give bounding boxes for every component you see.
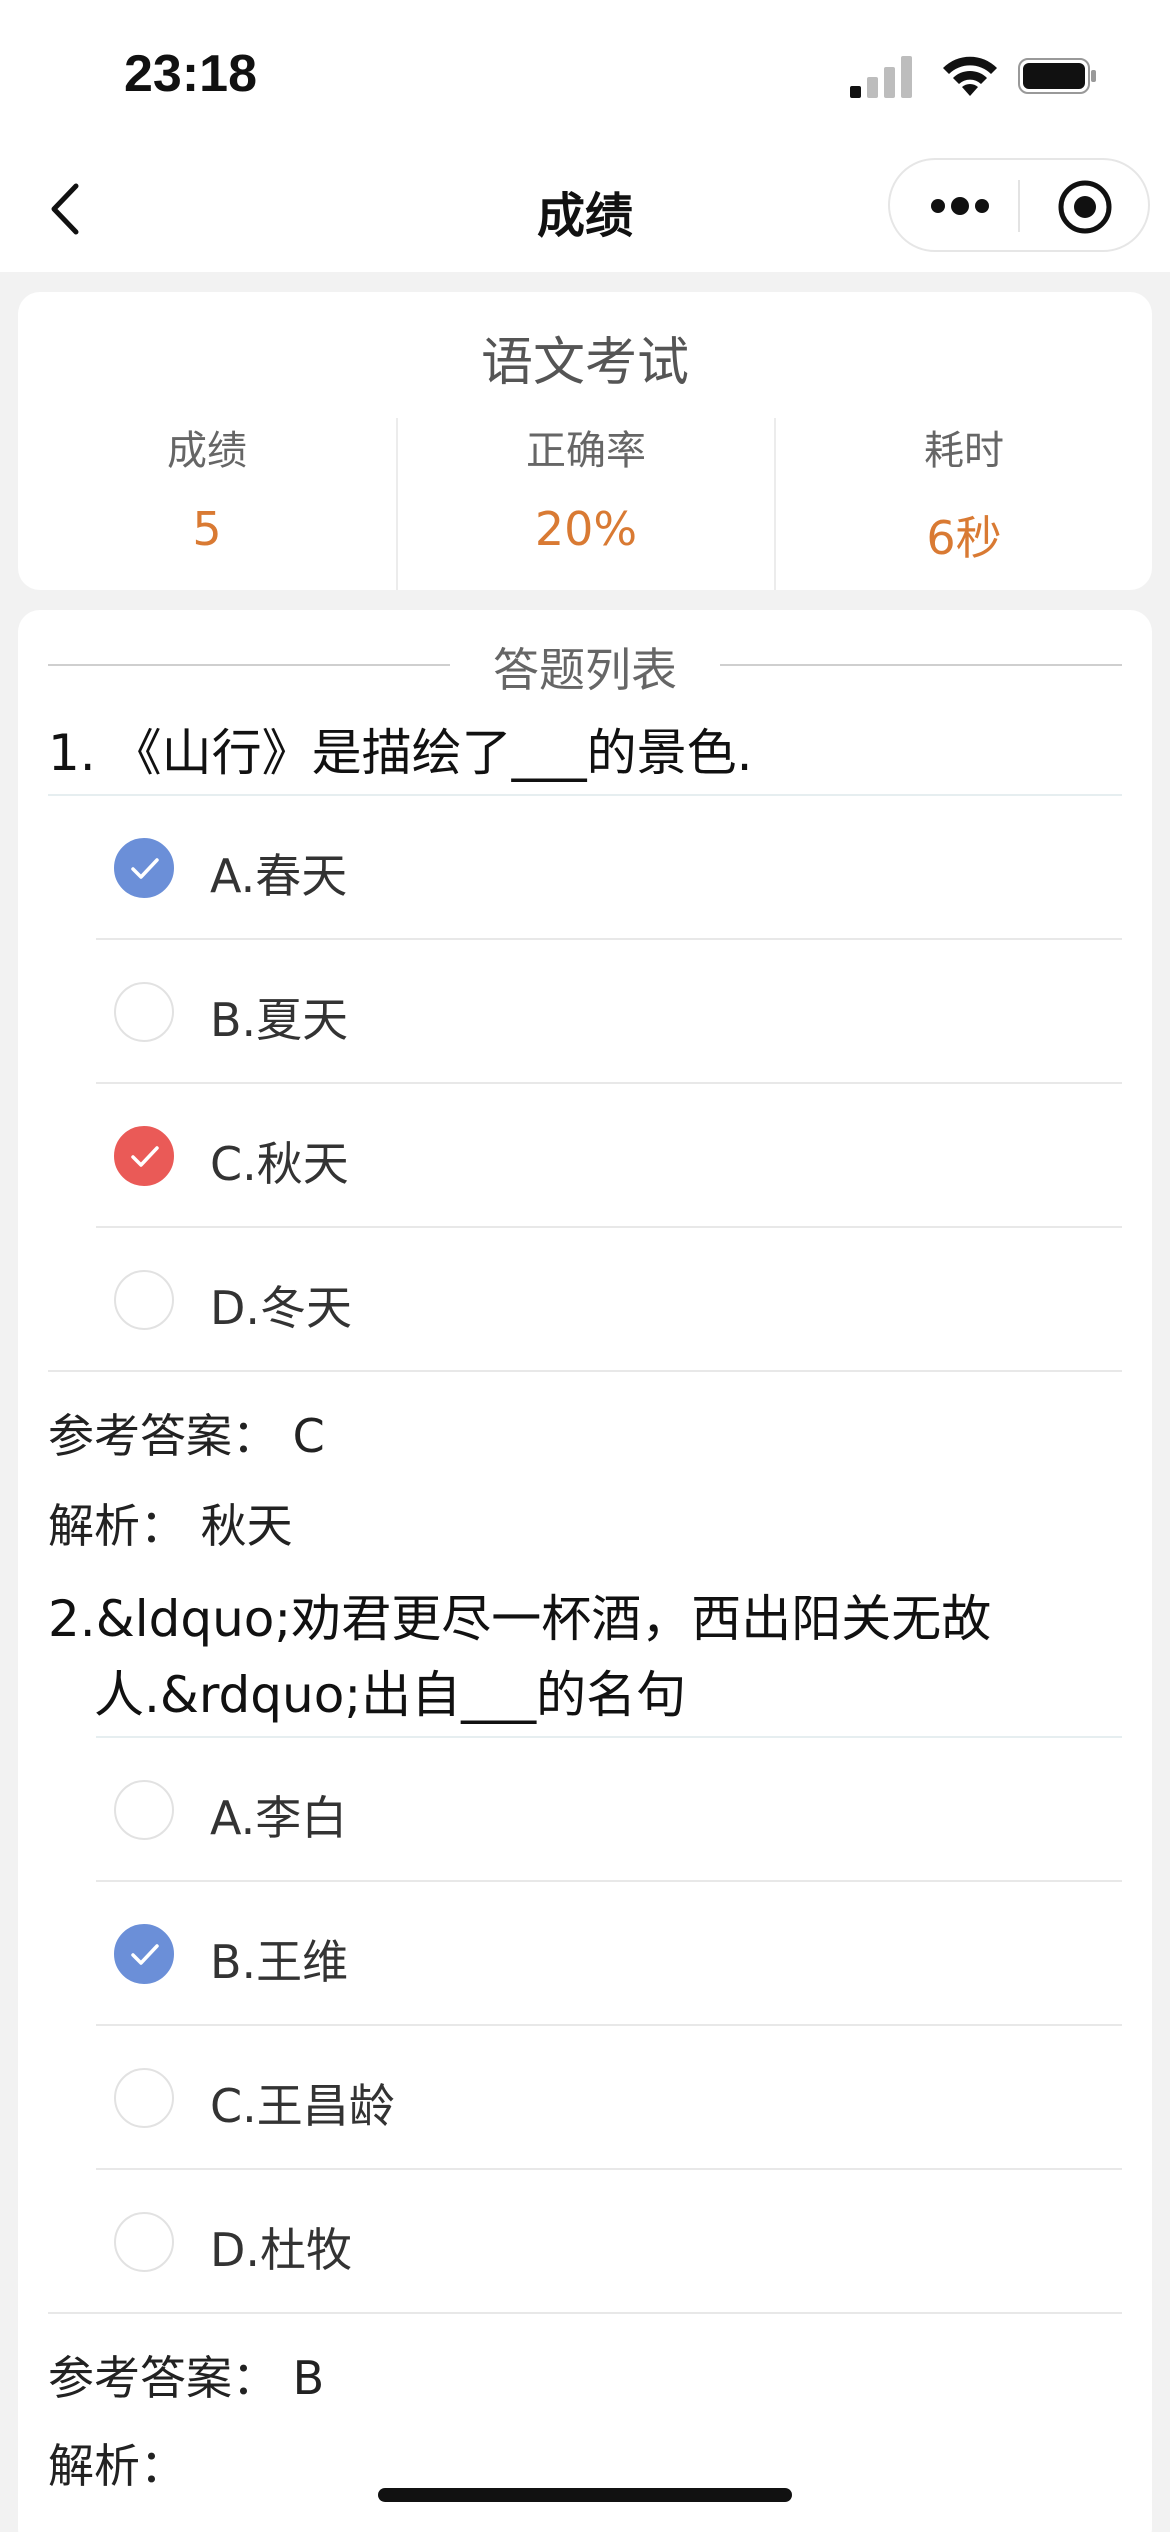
stat-accuracy: 正确率 20% <box>396 418 774 590</box>
option-row[interactable]: B.夏天 <box>96 940 1122 1084</box>
stat-duration: 耗时 6秒 <box>774 418 1152 590</box>
option-label: A.春天 <box>210 849 348 903</box>
home-indicator[interactable] <box>378 2488 792 2502</box>
page: 23:18 成绩 语文考试 成绩 5 正确率 20% 耗时 6秒 答题列表 1.… <box>0 0 1170 2532</box>
option-label: B.王维 <box>210 1935 349 1989</box>
question-text: 1. 《山行》是描绘了___的景色. <box>48 724 753 782</box>
analysis: 解析： <box>48 2439 186 2493</box>
stat-label: 成绩 <box>167 428 247 474</box>
stat-value: 6秒 <box>926 511 1002 565</box>
stat-label: 正确率 <box>526 428 646 474</box>
option-row[interactable]: A.李白 <box>96 1738 1122 1882</box>
option-label: B.夏天 <box>210 993 349 1047</box>
status-time: 23:18 <box>124 45 257 103</box>
exam-title: 语文考试 <box>480 333 689 393</box>
stat-value: 5 <box>192 502 222 556</box>
radio-empty-icon <box>114 2068 174 2128</box>
option-row[interactable]: C.王昌龄 <box>96 2026 1122 2170</box>
stat-score: 成绩 5 <box>18 418 396 590</box>
check-icon <box>114 1126 174 1186</box>
radio-empty-icon <box>114 2212 174 2272</box>
wifi-icon <box>943 56 997 96</box>
option-label: C.王昌龄 <box>210 2079 395 2133</box>
option-row[interactable]: D.杜牧 <box>96 2170 1122 2314</box>
target-icon[interactable] <box>1056 178 1114 236</box>
check-icon <box>114 1924 174 1984</box>
option-label: A.李白 <box>210 1791 348 1845</box>
reference-answer: 参考答案： C <box>48 1409 325 1463</box>
header-divider-right <box>720 664 1122 666</box>
option-label: D.冬天 <box>210 1281 353 1335</box>
option-row[interactable]: C.秋天 <box>96 1084 1122 1228</box>
battery-icon <box>1018 58 1096 94</box>
option-row[interactable]: A.春天 <box>96 796 1122 940</box>
stat-label: 耗时 <box>924 428 1004 474</box>
status-bar: 23:18 <box>0 0 1170 150</box>
nav-bar: 成绩 <box>0 150 1170 272</box>
reference-answer: 参考答案： B <box>48 2351 325 2405</box>
more-icon[interactable] <box>928 188 992 224</box>
question-text: 2.&ldquo;劝君更尽一杯酒，西出阳关无故 <box>48 1590 992 1648</box>
stat-value: 20% <box>534 502 638 556</box>
option-row[interactable]: D.冬天 <box>96 1228 1122 1372</box>
mini-program-capsule <box>888 158 1150 252</box>
option-row[interactable]: B.王维 <box>96 1882 1122 2026</box>
list-header: 答题列表 <box>48 630 1122 700</box>
radio-empty-icon <box>114 1270 174 1330</box>
radio-empty-icon <box>114 982 174 1042</box>
capsule-divider <box>1018 180 1020 232</box>
answer-list-card: 答题列表 1. 《山行》是描绘了___的景色. A.春天 B.夏天 C.秋天 D… <box>18 610 1152 2532</box>
check-icon <box>114 838 174 898</box>
list-title: 答题列表 <box>493 643 677 697</box>
signal-icon <box>850 56 912 98</box>
radio-empty-icon <box>114 1780 174 1840</box>
status-icons <box>850 52 1096 102</box>
option-label: D.杜牧 <box>210 2223 353 2277</box>
option-divider <box>48 2312 1122 2314</box>
question-text-continued: 人.&rdquo;出自___的名句 <box>94 1666 687 1724</box>
summary-card: 语文考试 成绩 5 正确率 20% 耗时 6秒 <box>18 292 1152 590</box>
option-divider <box>48 1370 1122 1372</box>
analysis: 解析： 秋天 <box>48 1499 293 1553</box>
option-label: C.秋天 <box>210 1137 349 1191</box>
